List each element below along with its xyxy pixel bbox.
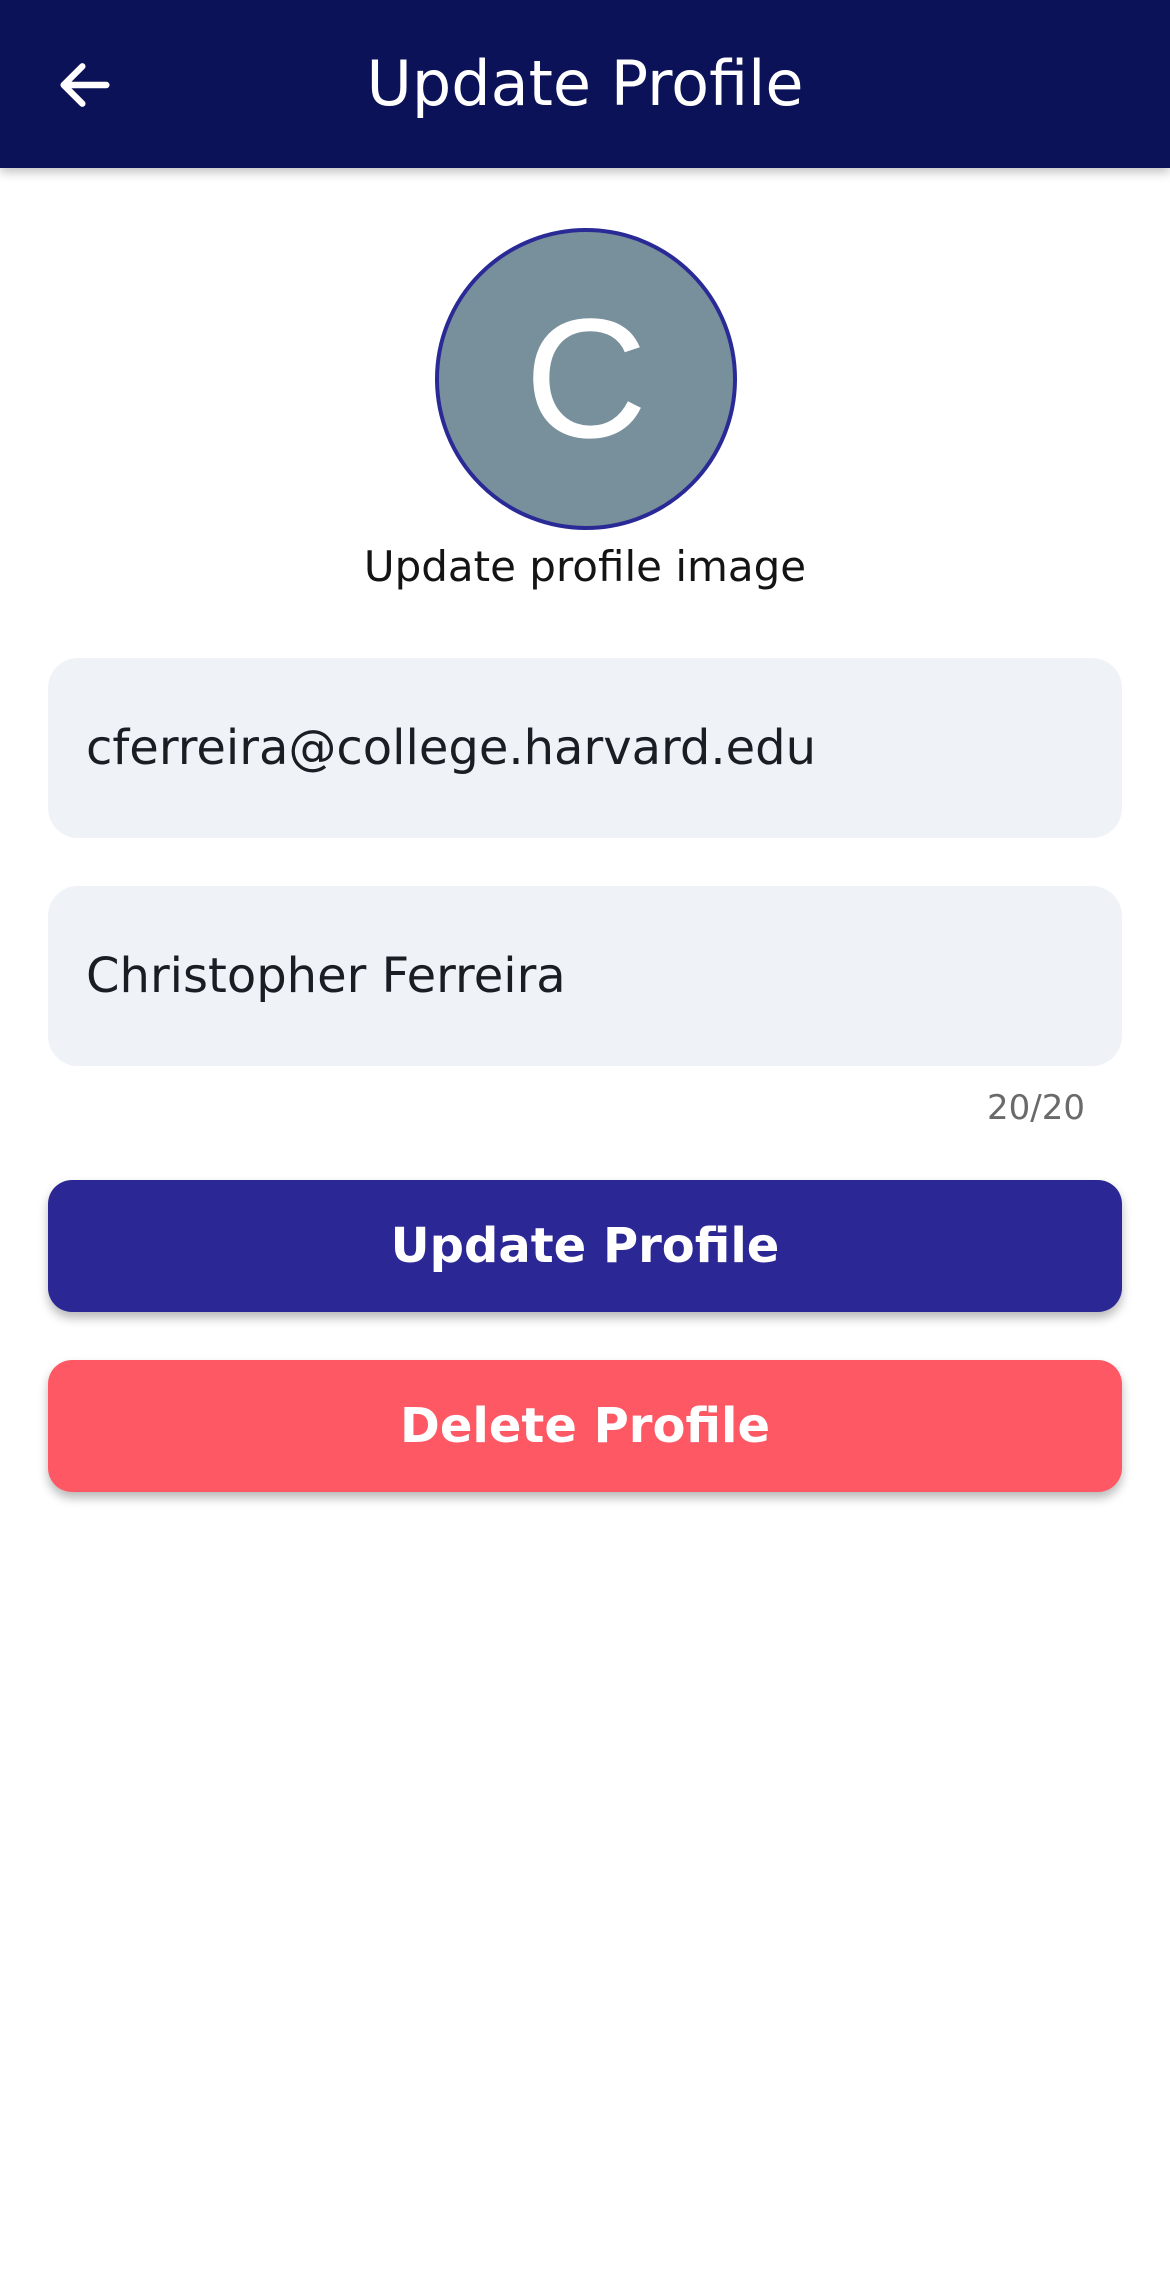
update-profile-screen: Update Profile C Update profile image 20… — [0, 0, 1170, 2289]
arrow-left-icon — [60, 63, 110, 107]
app-bar: Update Profile — [0, 0, 1170, 168]
back-button[interactable] — [40, 40, 130, 130]
delete-profile-button[interactable]: Delete Profile — [48, 1360, 1122, 1492]
update-profile-image-link[interactable]: Update profile image — [0, 542, 1170, 591]
name-character-counter: 20/20 — [987, 1088, 1085, 1128]
name-field[interactable] — [48, 886, 1122, 1066]
email-input[interactable] — [84, 719, 1086, 777]
name-input[interactable] — [84, 947, 1086, 1005]
avatar-initial: C — [435, 228, 737, 530]
update-profile-button[interactable]: Update Profile — [48, 1180, 1122, 1312]
profile-avatar[interactable]: C — [435, 228, 737, 530]
email-field[interactable] — [48, 658, 1122, 838]
page-title: Update Profile — [366, 47, 804, 120]
